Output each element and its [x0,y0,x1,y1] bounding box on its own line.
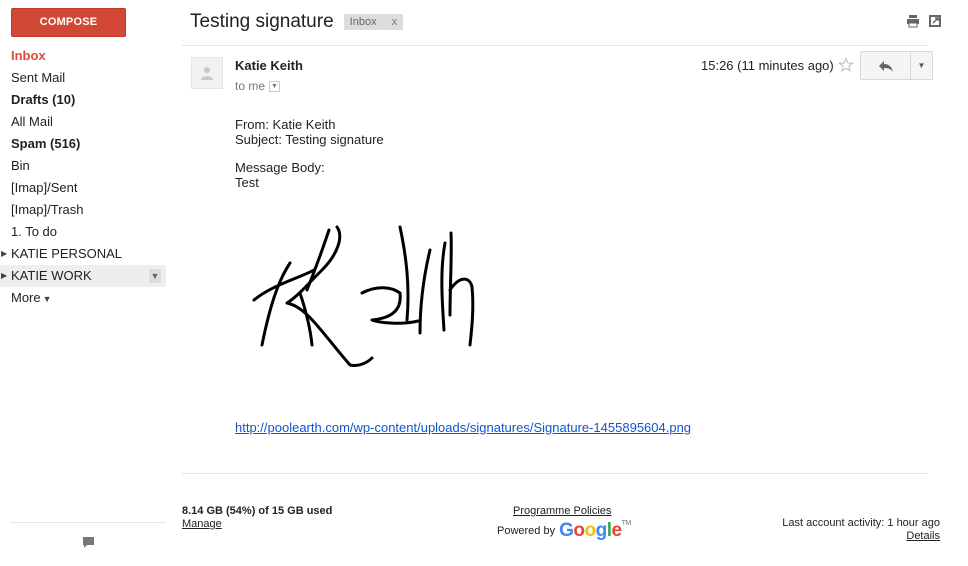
recipient-line: to me ▼ [235,79,281,93]
body-from-line: From: Katie Keith [235,117,336,132]
account-activity-text: Last account activity: 1 hour ago [782,517,940,529]
new-window-icon[interactable] [928,14,942,28]
programme-policies-link[interactable]: Programme Policies [513,505,611,517]
reply-button-group: ▼ [860,51,933,80]
chat-icon[interactable] [82,536,95,549]
nav-item-label: [Imap]/Trash [11,202,84,217]
print-icon[interactable] [906,14,920,28]
nav-item-label: Bin [11,158,30,173]
sidebar: COMPOSE Inbox Sent Mail Drafts (10) All … [0,0,168,566]
message-timestamp: 15:26 (11 minutes ago) [701,58,834,73]
account-activity: Last account activity: 1 hour ago Detail… [782,517,940,543]
more-actions-button[interactable]: ▼ [911,52,932,79]
nav-item-katie-personal[interactable]: ▶ KATIE PERSONAL [0,243,166,265]
nav-item-label: 1. To do [11,224,58,239]
nav-item-imap-trash[interactable]: [Imap]/Trash [0,199,166,221]
nav-item-label: KATIE WORK [11,268,92,283]
star-icon[interactable] [838,57,854,73]
powered-by: Powered by GoogleTM [497,520,631,542]
sidebar-divider [10,522,166,523]
avatar-icon [201,67,213,80]
nav-item-label: [Imap]/Sent [11,180,78,195]
nav-item-imap-sent[interactable]: [Imap]/Sent [0,177,166,199]
nav-item-inbox[interactable]: Inbox [0,45,166,67]
nav-item-label: More [11,290,41,305]
avatar [191,57,223,89]
subject-row: Testing signature Inbox x [190,10,404,34]
compose-button[interactable]: COMPOSE [11,8,126,37]
footer-divider [182,473,928,474]
nav-item-all-mail[interactable]: All Mail [0,111,166,133]
details-link[interactable]: Details [782,530,940,543]
nav-item-drafts[interactable]: Drafts (10) [0,89,166,111]
reply-icon [878,60,893,72]
chevron-down-icon[interactable]: ▼ [269,80,281,92]
powered-by-text: Powered by [497,525,556,537]
nav-item-bin[interactable]: Bin [0,155,166,177]
header-divider [182,45,928,46]
nav-item-spam[interactable]: Spam (516) [0,133,166,155]
message-subject: Testing signature [190,11,334,32]
label-chip-text: Inbox [349,16,377,28]
recipient-text: to me [235,79,266,93]
signature-image [252,225,475,367]
message-body: From: Katie Keith Subject: Testing signa… [235,117,384,190]
body-text: Test [235,175,259,190]
nav-item-to-do[interactable]: 1. To do [0,221,166,243]
expand-arrow-icon[interactable]: ▶ [1,265,7,287]
nav-item-label: KATIE PERSONAL [11,246,123,261]
chevron-down-icon: ▼ [42,294,52,304]
storage-used-text: 8.14 GB (54%) of 15 GB used [182,505,333,517]
label-chip[interactable]: Inbox x [343,14,404,30]
manage-link[interactable]: Manage [182,518,332,531]
nav-item-katie-work[interactable]: ▶ KATIE WORK ▼ [0,265,166,287]
storage-info: 8.14 GB (54%) of 15 GB used Manage [182,505,332,531]
dropdown-icon: ▼ [917,61,926,70]
remove-label-button[interactable]: x [392,14,398,30]
reply-button[interactable] [861,52,911,79]
body-heading: Message Body: [235,160,325,175]
nav-item-label: Spam (516) [11,136,81,151]
nav-item-label: Drafts (10) [11,92,76,107]
nav-item-more[interactable]: More ▼ [0,287,166,309]
expand-arrow-icon[interactable]: ▶ [1,243,7,265]
message-toolbar [906,14,942,28]
nav-list: Inbox Sent Mail Drafts (10) All Mail Spa… [0,45,166,309]
nav-item-label: Sent Mail [11,70,66,85]
label-menu-icon[interactable]: ▼ [149,269,161,283]
signature-link[interactable]: http://poolearth.com/wp-content/uploads/… [235,420,691,435]
nav-item-label: Inbox [11,48,46,63]
sender-name[interactable]: Katie Keith [235,58,303,73]
message-view: Testing signature Inbox x Katie Keith to… [182,0,942,566]
nav-item-label: All Mail [11,114,53,129]
google-logo: GoogleTM [559,520,631,541]
nav-item-sent-mail[interactable]: Sent Mail [0,67,166,89]
body-subject-line: Subject: Testing signature [235,132,384,147]
